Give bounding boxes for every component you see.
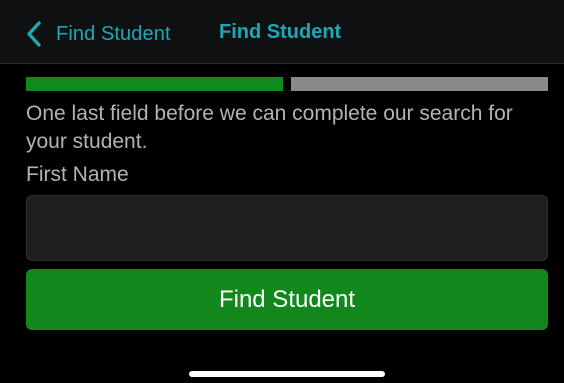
step-progress-bar	[26, 77, 548, 91]
first-name-label: First Name	[26, 163, 129, 186]
navigation-bar: Find Student Find Student	[0, 0, 564, 64]
instructions-text: One last field before we can complete ou…	[26, 102, 513, 153]
page-title: Find Student	[219, 21, 342, 43]
chevron-left-icon	[26, 21, 48, 47]
home-indicator	[189, 371, 385, 377]
back-button-label: Find Student	[56, 22, 171, 45]
find-student-button[interactable]: Find Student	[26, 269, 548, 330]
progress-step-completed	[26, 77, 283, 91]
back-button[interactable]: Find Student	[26, 18, 171, 50]
first-name-input[interactable]	[26, 195, 548, 261]
progress-step-remaining	[291, 77, 548, 91]
